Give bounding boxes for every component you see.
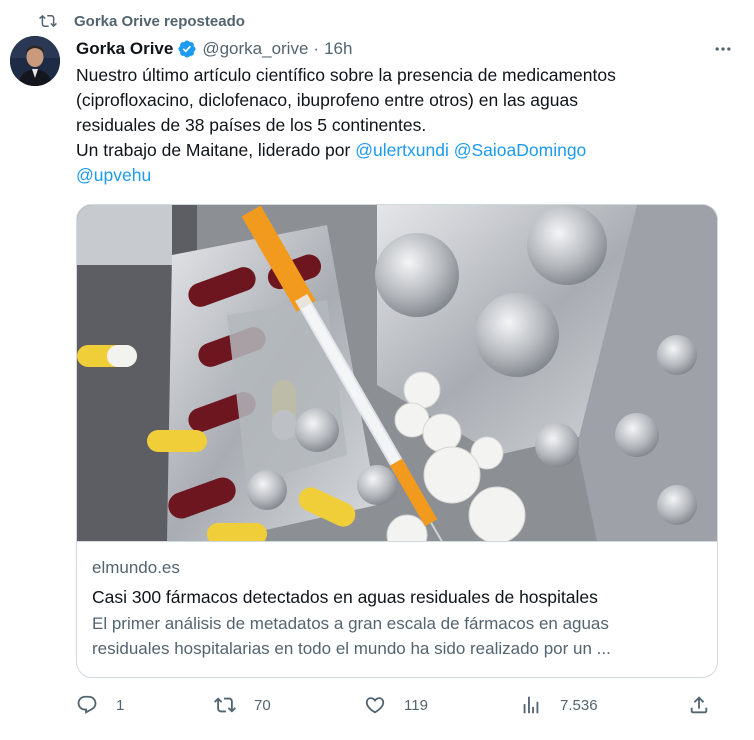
author-handle[interactable]: @gorka_orive	[202, 39, 308, 59]
tweet-text-line: Nuestro último artículo científico sobre…	[76, 65, 616, 85]
repost-icon	[214, 697, 236, 713]
card-description-line: residuales hospitalarias en todo el mund…	[92, 639, 611, 658]
tweet-text-line: Un trabajo de Maitane, liderado por @ule…	[76, 138, 716, 163]
card-domain: elmundo.es	[92, 558, 180, 577]
tweet-text-line: (ciprofloxacino, diclofenaco, ibuprofeno…	[76, 90, 578, 110]
tweet-header: Gorka Orive @gorka_orive · 16h	[76, 36, 738, 62]
share-button[interactable]	[688, 690, 710, 720]
header-separator: ·	[313, 39, 320, 58]
heart-icon	[365, 697, 385, 714]
tweet-text-line: @upvehu	[76, 163, 716, 188]
card-meta[interactable]: elmundo.es Casi 300 fármacos detectados …	[77, 541, 717, 677]
tweet-text-line: residuales de 38 países de los 5 contine…	[76, 115, 427, 135]
like-button[interactable]: 119	[364, 690, 428, 720]
verified-badge-icon	[178, 40, 196, 58]
repost-button[interactable]: 70	[214, 690, 271, 720]
tweet-timestamp[interactable]: 16h	[324, 39, 352, 59]
card-image[interactable]	[77, 205, 717, 541]
mention-link[interactable]: @ulertxundi	[355, 140, 449, 160]
mention-link[interactable]: @SaioaDomingo	[454, 140, 587, 160]
link-card[interactable]: elmundo.es Casi 300 fármacos detectados …	[76, 204, 718, 678]
card-title: Casi 300 fármacos detectados en aguas re…	[92, 587, 598, 607]
action-bar: 1 70 119 7.536	[76, 690, 716, 720]
repost-label: Gorka Orive reposteado	[74, 12, 245, 30]
card-description-line: El primer análisis de metadatos a gran e…	[92, 614, 609, 633]
more-options-icon[interactable]	[708, 36, 738, 62]
tweet-text-fragment: Un trabajo de Maitane, liderado por	[76, 140, 356, 160]
repost-context[interactable]: Gorka Orive reposteado	[38, 10, 245, 32]
reply-icon	[77, 695, 97, 714]
views-chart-icon	[523, 696, 539, 714]
card-description: El primer análisis de metadatos a gran e…	[92, 611, 703, 661]
reply-button[interactable]: 1	[76, 690, 124, 720]
avatar[interactable]	[10, 36, 60, 86]
author-name[interactable]: Gorka Orive	[76, 39, 173, 59]
mention-link[interactable]: @upvehu	[76, 165, 151, 185]
views-button[interactable]: 7.536	[520, 690, 598, 720]
repost-icon	[38, 11, 58, 31]
tweet-text: Nuestro último artículo científico sobre…	[76, 63, 716, 188]
like-count: 119	[404, 696, 428, 714]
repost-count: 70	[254, 696, 271, 714]
views-count: 7.536	[560, 696, 598, 714]
share-icon	[690, 696, 708, 714]
reply-count: 1	[116, 696, 125, 714]
